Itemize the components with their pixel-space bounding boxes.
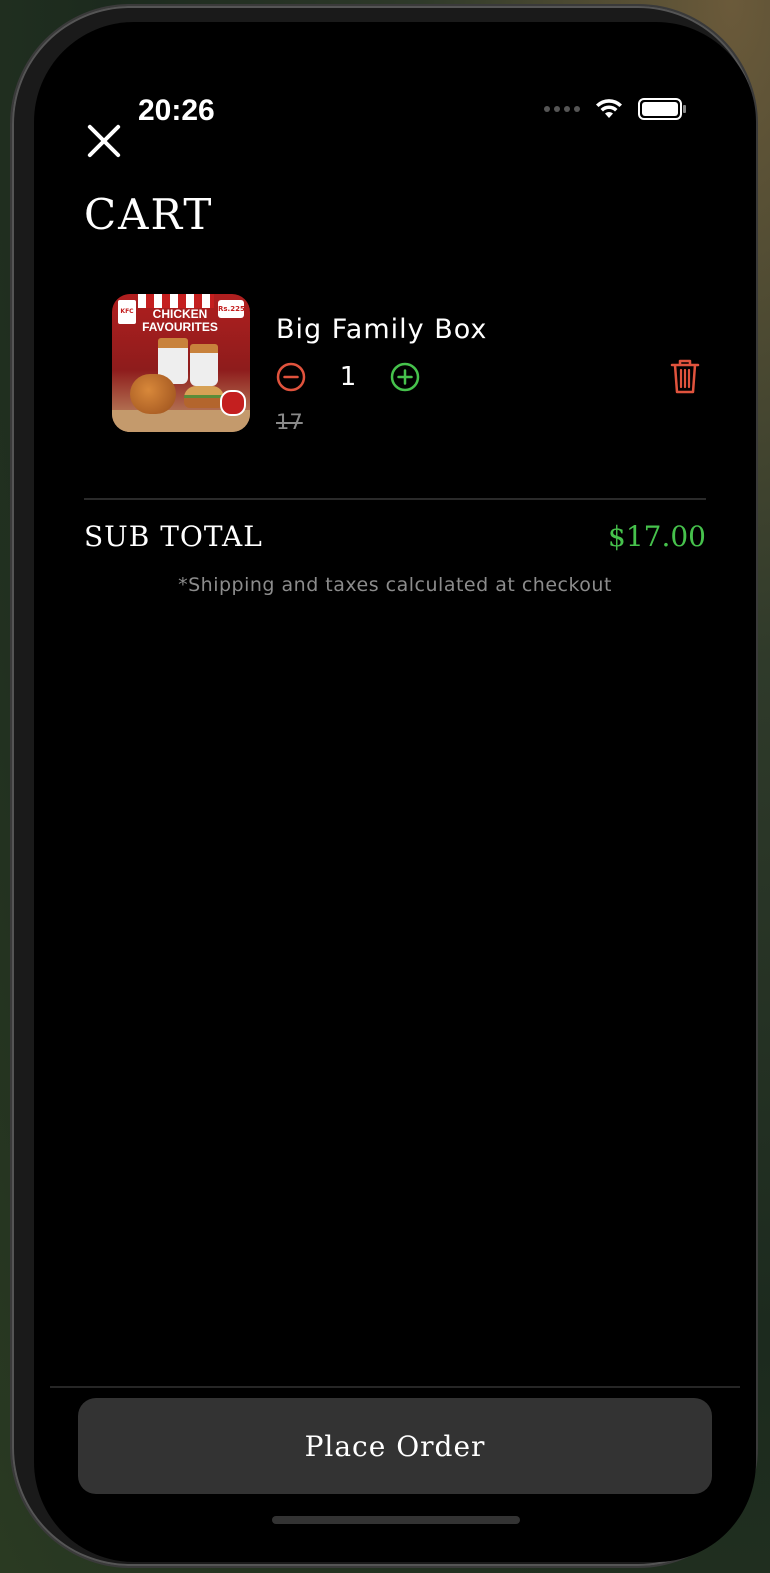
status-icons	[544, 98, 686, 120]
kfc-logo: KFC	[118, 300, 136, 324]
subtotal-label: SUB TOTAL	[84, 520, 263, 553]
place-order-button[interactable]: Place Order	[78, 1398, 712, 1494]
signal-dots-icon	[544, 106, 580, 112]
item-original-price: 17	[276, 410, 303, 434]
plus-circle-icon[interactable]	[390, 362, 420, 392]
image-bucket	[190, 344, 218, 386]
close-icon[interactable]	[84, 122, 122, 160]
subtotal-value: $17.00	[608, 520, 706, 553]
image-price-tag: Rs.225	[218, 300, 245, 318]
quantity-stepper: 1	[276, 362, 420, 392]
wifi-icon	[596, 99, 622, 118]
shipping-note: *Shipping and taxes calculated at checko…	[178, 574, 612, 596]
battery-icon	[638, 98, 686, 120]
quantity-value: 1	[339, 362, 357, 392]
page-title: CART	[84, 190, 214, 239]
image-brand-text: CHICKEN FAVOURITES	[142, 307, 218, 334]
trash-icon[interactable]	[670, 358, 700, 394]
home-indicator[interactable]	[272, 1516, 520, 1524]
app-screen: 20:26 CART KFC CHICKEN FAVOURITES Rs.225	[34, 22, 756, 1562]
footer-divider	[50, 1386, 740, 1388]
image-badge	[220, 390, 246, 416]
item-name: Big Family Box	[276, 314, 488, 345]
cart-item: KFC CHICKEN FAVOURITES Rs.225 Big Family…	[112, 294, 700, 434]
status-time: 20:26	[138, 94, 215, 127]
minus-circle-icon[interactable]	[276, 362, 306, 392]
divider	[84, 498, 706, 500]
image-chicken	[130, 374, 176, 414]
product-image[interactable]: KFC CHICKEN FAVOURITES Rs.225	[112, 294, 250, 432]
image-stripes	[138, 294, 214, 308]
device-frame: 20:26 CART KFC CHICKEN FAVOURITES Rs.225	[12, 6, 756, 1566]
image-burger	[184, 386, 224, 408]
